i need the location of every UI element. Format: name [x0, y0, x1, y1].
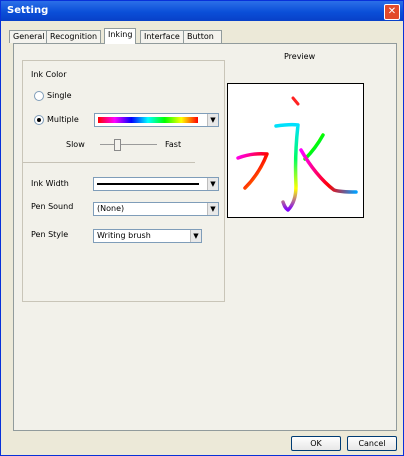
speed-fast-label: Fast	[165, 140, 182, 149]
tab-button-options[interactable]: Button Options	[183, 30, 222, 53]
pen-style-label: Pen Style	[31, 230, 69, 239]
tab-general[interactable]: General	[9, 30, 49, 43]
pen-style-value: Writing brush	[97, 231, 151, 240]
speed-slow-label: Slow	[66, 140, 85, 149]
pen-sound-select[interactable]: (None) ▼	[93, 202, 219, 216]
single-radio[interactable]	[34, 91, 44, 101]
ink-width-label: Ink Width	[31, 179, 69, 188]
single-label: Single	[47, 91, 72, 100]
preview-character-image	[236, 96, 358, 212]
chevron-down-icon: ▼	[207, 114, 218, 126]
cancel-button[interactable]: Cancel	[347, 436, 397, 451]
settings-window: Setting ✕ General Recognition Inking Int…	[0, 0, 404, 456]
tab-inking[interactable]: Inking	[104, 28, 137, 44]
speed-slider-track[interactable]	[100, 144, 157, 145]
ink-color-label: Ink Color	[31, 70, 67, 79]
chevron-down-icon: ▼	[207, 203, 218, 215]
ok-button[interactable]: OK	[291, 436, 341, 451]
pen-sound-label: Pen Sound	[31, 202, 74, 211]
close-button[interactable]: ✕	[384, 4, 400, 20]
chevron-down-icon: ▼	[190, 230, 201, 242]
multiple-label: Multiple	[47, 115, 79, 124]
close-icon: ✕	[387, 6, 397, 17]
preview-canvas	[227, 83, 364, 218]
window-title: Setting	[7, 5, 49, 16]
preview-label: Preview	[284, 52, 316, 61]
multiple-radio[interactable]	[34, 115, 44, 125]
title-bar[interactable]: Setting ✕	[1, 1, 403, 21]
chevron-down-icon: ▼	[207, 178, 218, 190]
color-gradient-select[interactable]: ▼	[94, 113, 219, 127]
pen-style-select[interactable]: Writing brush ▼	[93, 229, 202, 243]
tab-recognition[interactable]: Recognition	[46, 30, 102, 43]
ink-width-select[interactable]: ▼	[93, 177, 219, 191]
pen-sound-value: (None)	[97, 204, 125, 213]
speed-slider-thumb[interactable]	[114, 139, 122, 151]
group-divider	[23, 162, 195, 163]
ink-width-preview	[97, 183, 199, 185]
tab-interface[interactable]: Interface	[140, 30, 184, 43]
color-gradient-swatch	[98, 117, 198, 123]
